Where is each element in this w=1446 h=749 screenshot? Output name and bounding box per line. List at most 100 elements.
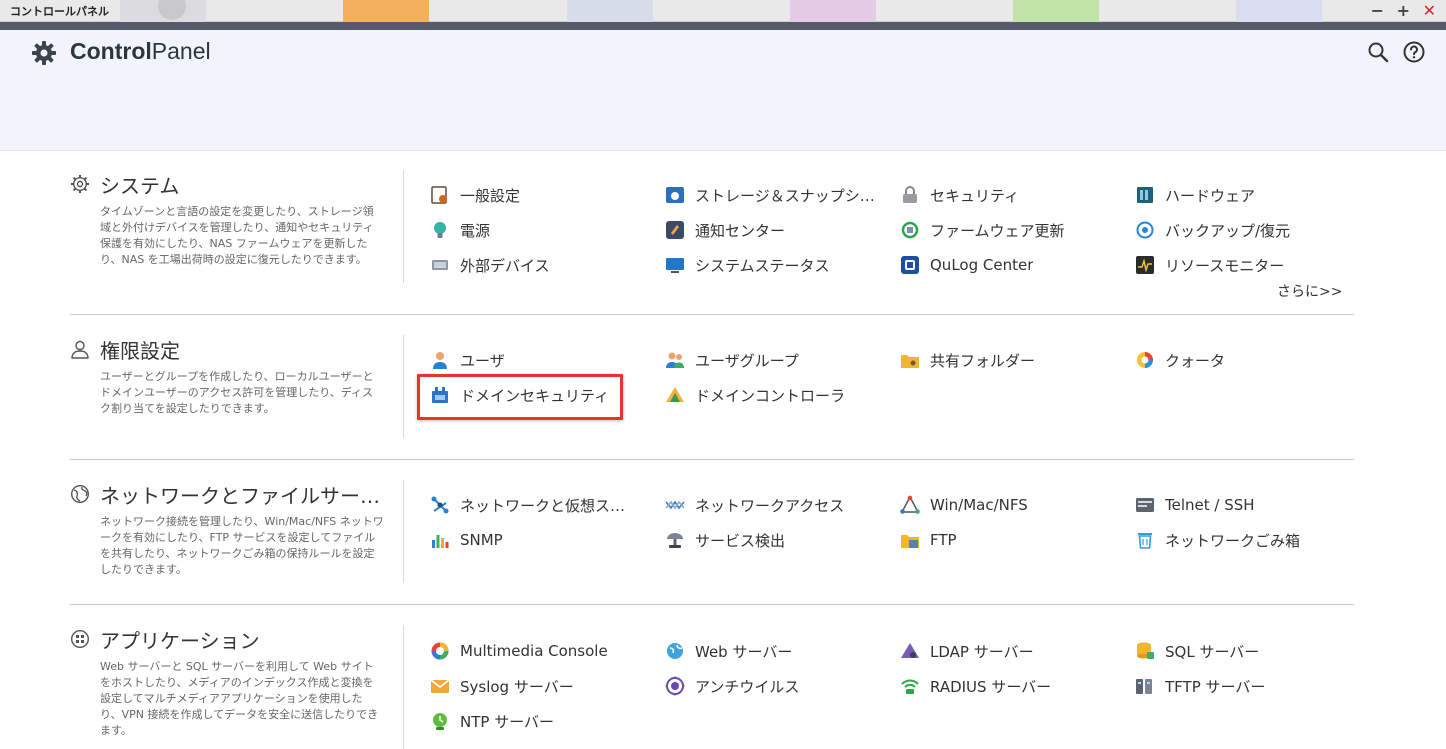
- item-security[interactable]: セキュリティ: [900, 180, 1019, 210]
- item-quota[interactable]: クォータ: [1135, 345, 1225, 375]
- item-telnet-ssh[interactable]: Telnet / SSH: [1135, 490, 1255, 520]
- storage-icon: [665, 185, 685, 205]
- item-network-recycle-bin[interactable]: ネットワークごみ箱: [1135, 525, 1300, 555]
- item-ldap-server[interactable]: LDAP サーバー: [900, 636, 1034, 666]
- item-label: ユーザ: [460, 351, 505, 370]
- section-description: タイムゾーンと言語の設定を変更したり、ストレージ領域と外付けデバイスを管理したり…: [100, 205, 374, 266]
- item-multimedia-console[interactable]: Multimedia Console: [430, 636, 608, 666]
- window-border: [0, 22, 1446, 30]
- divider: [403, 625, 404, 749]
- item-external-devices[interactable]: 外部デバイス: [430, 250, 550, 280]
- item-backup-restore[interactable]: バックアップ/復元: [1135, 215, 1290, 245]
- item-label: NTP サーバー: [460, 712, 555, 731]
- section-separator: [70, 314, 1354, 315]
- item-label: ネットワークアクセス: [695, 496, 845, 515]
- item-tftp-server[interactable]: TFTP サーバー: [1135, 671, 1265, 701]
- settings-icon: [71, 175, 89, 193]
- divider: [403, 170, 404, 283]
- background-app-strip: [1013, 0, 1099, 22]
- item-label: ネットワークごみ箱: [1165, 531, 1301, 550]
- window-title: コントロールパネル: [10, 5, 109, 18]
- item-snmp[interactable]: SNMP: [430, 525, 503, 555]
- user-group-icon: [665, 350, 685, 370]
- item-label: Telnet / SSH: [1165, 496, 1255, 514]
- wifi-icon: [900, 676, 920, 696]
- tftp-server-icon: [1135, 676, 1155, 696]
- external-device-icon: [430, 255, 450, 275]
- item-label: 一般設定: [460, 186, 521, 205]
- apps-grid-icon: [70, 629, 90, 649]
- resource-monitor-icon: [1135, 255, 1155, 275]
- item-label: Syslog サーバー: [460, 677, 574, 696]
- item-system-status[interactable]: システムステータス: [665, 250, 830, 280]
- item-shared-folders[interactable]: 共有フォルダー: [900, 345, 1035, 375]
- item-win-mac-nfs[interactable]: Win/Mac/NFS: [900, 490, 1028, 520]
- section-privilege: 権限設定 ユーザーとグループを作成したり、ローカルユーザーとドメインユーザーのア…: [70, 335, 1354, 460]
- qulog-icon: [900, 255, 920, 275]
- item-domain-controller[interactable]: ドメインコントローラ: [665, 380, 845, 410]
- item-power[interactable]: 電源: [430, 215, 490, 245]
- background-app-strip: [120, 0, 206, 22]
- section-title: 権限設定: [100, 339, 180, 363]
- item-radius-server[interactable]: RADIUS サーバー: [900, 671, 1051, 701]
- item-ftp[interactable]: FTP: [900, 525, 957, 555]
- item-label: 通知センター: [695, 221, 786, 240]
- close-button[interactable]: ✕: [1423, 1, 1436, 21]
- database-icon: [1135, 641, 1155, 661]
- backup-icon: [1135, 220, 1155, 240]
- item-network-access[interactable]: ネットワークアクセス: [665, 490, 844, 520]
- item-label: SNMP: [460, 531, 503, 549]
- item-syslog-server[interactable]: Syslog サーバー: [430, 671, 574, 701]
- item-storage-snapshots[interactable]: ストレージ＆スナップショット: [665, 180, 875, 210]
- item-service-discovery[interactable]: サービス検出: [665, 525, 785, 555]
- user-icon: [71, 340, 89, 359]
- item-label: Web サーバー: [695, 642, 793, 661]
- item-label: ドメインセキュリティ: [460, 386, 610, 405]
- item-sql-server[interactable]: SQL サーバー: [1135, 636, 1259, 666]
- help-icon[interactable]: [1402, 40, 1426, 64]
- item-label: 電源: [460, 221, 491, 240]
- gear-icon: [158, 0, 186, 20]
- item-notification-center[interactable]: 通知センター: [665, 215, 785, 245]
- item-resource-monitor[interactable]: リソースモニター: [1135, 250, 1284, 280]
- background-app-strip: [1236, 0, 1322, 22]
- section-separator: [70, 604, 1354, 605]
- section-description: Web サーバーと SQL サーバーを利用して Web サイトをホストしたり、メ…: [100, 660, 379, 737]
- globe-icon: [70, 484, 90, 504]
- item-label: アンチウイルス: [695, 677, 800, 696]
- general-settings-icon: [430, 185, 450, 205]
- item-ntp-server[interactable]: NTP サーバー: [430, 706, 554, 736]
- firmware-update-icon: [900, 220, 920, 240]
- section-description: ユーザーとグループを作成したり、ローカルユーザーとドメインユーザーのアクセス許可…: [100, 370, 374, 415]
- lock-icon: [900, 185, 920, 205]
- item-hardware[interactable]: ハードウェア: [1135, 180, 1255, 210]
- terminal-icon: [1135, 495, 1155, 515]
- item-web-server[interactable]: Web サーバー: [665, 636, 792, 666]
- section-separator: [70, 459, 1354, 460]
- more-link[interactable]: さらに>>: [1277, 281, 1342, 301]
- mail-icon: [430, 676, 450, 696]
- item-qulog-center[interactable]: QuLog Center: [900, 250, 1033, 280]
- folder-icon: [900, 350, 920, 370]
- multimedia-console-icon: [430, 641, 450, 661]
- app-header: ControlPanel: [0, 30, 1446, 151]
- maximize-button[interactable]: +: [1397, 1, 1410, 21]
- item-label: セキュリティ: [930, 186, 1020, 205]
- monitor-icon: [665, 255, 685, 275]
- search-icon[interactable]: [1366, 40, 1390, 64]
- domain-controller-icon: [665, 385, 685, 405]
- item-general-settings[interactable]: 一般設定: [430, 180, 520, 210]
- item-firmware-update[interactable]: ファームウェア更新: [900, 215, 1065, 245]
- item-label: ドメインコントローラ: [695, 386, 846, 405]
- item-user-groups[interactable]: ユーザグループ: [665, 345, 799, 375]
- item-antivirus[interactable]: アンチウイルス: [665, 671, 799, 701]
- section-title: システム: [100, 174, 180, 198]
- background-app-strip: [790, 0, 876, 22]
- item-label: RADIUS サーバー: [930, 677, 1052, 696]
- item-users[interactable]: ユーザ: [430, 345, 505, 375]
- item-domain-security[interactable]: ドメインセキュリティ: [430, 380, 609, 410]
- minimize-button[interactable]: −: [1371, 1, 1384, 21]
- gear-icon: [32, 41, 56, 65]
- item-network-virtual-switch[interactable]: ネットワークと仮想スイッチ: [430, 490, 640, 520]
- background-app-strip: [343, 0, 429, 22]
